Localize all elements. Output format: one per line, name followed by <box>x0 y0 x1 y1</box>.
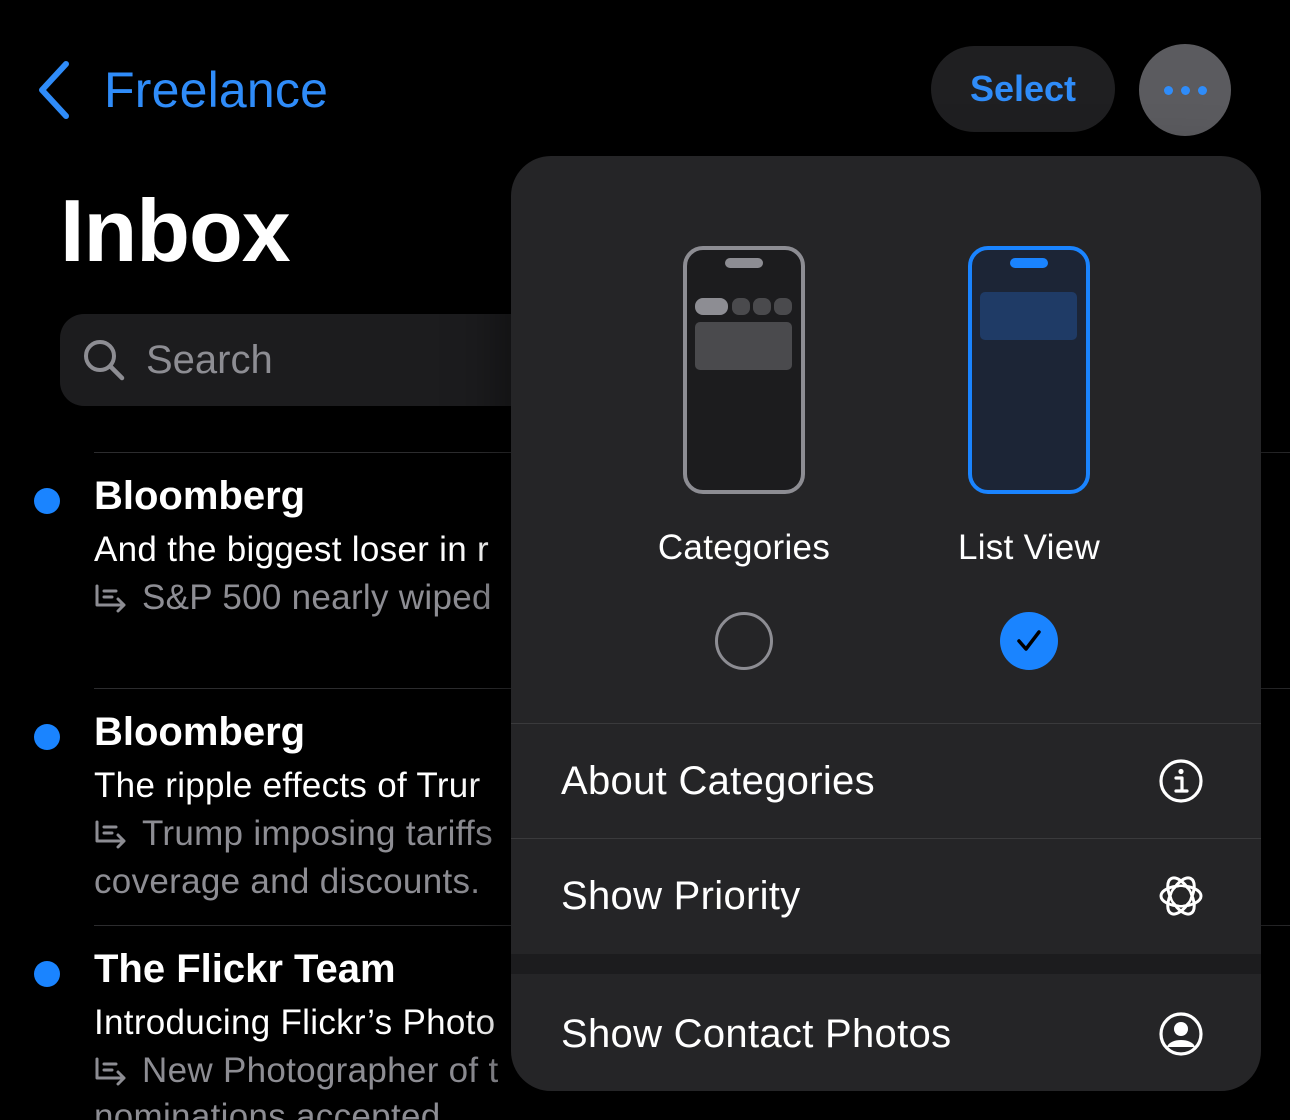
view-option-label: Categories <box>657 528 831 567</box>
info-circle-icon <box>1159 759 1203 803</box>
message-subject: The ripple effects of Trur <box>94 766 481 805</box>
message-preview-line2: coverage and discounts. <box>94 862 481 901</box>
menu-item-about-categories[interactable]: About Categories <box>511 724 1261 838</box>
message-sender: The Flickr Team <box>94 947 396 991</box>
chevron-left-icon <box>39 61 69 119</box>
menu-item-label: Show Contact Photos <box>561 1011 952 1056</box>
phone-list-view-icon <box>968 246 1090 494</box>
menu-item-label: About Categories <box>561 758 875 803</box>
view-option-label: List View <box>957 528 1101 567</box>
person-circle-icon <box>1159 1012 1203 1056</box>
message-preview-text: Trump imposing tariffs <box>142 814 493 853</box>
radio-selected[interactable] <box>1000 612 1058 670</box>
message-preview-text: New Photographer of t <box>142 1051 499 1090</box>
radio-unselected[interactable] <box>715 612 773 670</box>
phone-categories-icon <box>683 246 805 494</box>
unread-dot <box>34 724 60 750</box>
message-sender: Bloomberg <box>94 474 306 518</box>
unread-dot <box>34 488 60 514</box>
priority-sparkle-icon <box>1159 876 1203 916</box>
message-preview: S&P 500 nearly wiped <box>94 578 492 618</box>
message-preview-text: S&P 500 nearly wiped <box>142 578 492 617</box>
view-option-categories[interactable]: Categories <box>625 246 855 686</box>
menu-item-show-priority[interactable]: Show Priority <box>511 839 1261 953</box>
menu-item-label: Show Priority <box>561 873 801 918</box>
checkmark-icon <box>1017 630 1041 651</box>
select-button[interactable]: Select <box>931 46 1115 132</box>
page-title: Inbox <box>60 181 291 280</box>
message-preview: New Photographer of t <box>94 1051 499 1091</box>
unread-dot <box>34 961 60 987</box>
back-label: Freelance <box>104 62 329 118</box>
menu-item-show-contact-photos[interactable]: Show Contact Photos <box>511 977 1261 1091</box>
thread-reply-icon <box>95 584 126 613</box>
thread-reply-icon <box>95 1057 126 1086</box>
mail-inbox-screen: Freelance Select Inbox Search Bloomberg … <box>0 0 1290 1120</box>
menu-group-separator <box>511 954 1261 974</box>
more-button[interactable] <box>1139 44 1231 136</box>
back-button[interactable]: Freelance <box>36 58 328 122</box>
view-option-list-view[interactable]: List View <box>910 246 1140 686</box>
search-input[interactable]: Search <box>146 338 273 383</box>
message-subject: Introducing Flickr’s Photo <box>94 1003 496 1042</box>
message-preview-line2: nominations accepted <box>94 1097 441 1120</box>
message-sender: Bloomberg <box>94 710 306 754</box>
message-subject: And the biggest loser in r <box>94 530 489 569</box>
message-preview: Trump imposing tariffs <box>94 814 493 854</box>
thread-reply-icon <box>95 820 126 849</box>
ellipsis-icon <box>1163 85 1173 95</box>
view-options-menu: Categories List View About Categories Sh… <box>511 156 1261 1091</box>
search-icon <box>84 340 125 381</box>
